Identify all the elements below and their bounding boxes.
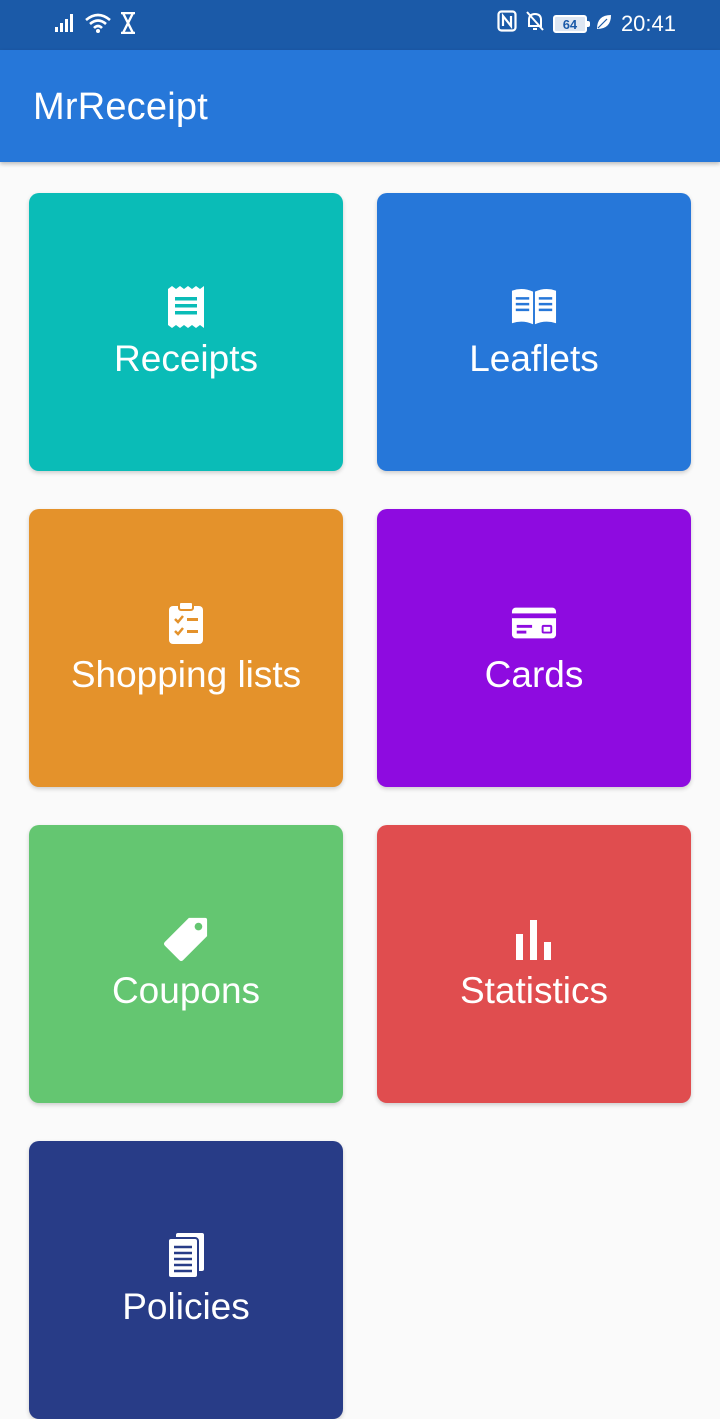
book-icon [511, 284, 557, 330]
nfc-icon [497, 10, 517, 38]
tile-shopping-lists[interactable]: Shopping lists [29, 509, 343, 787]
app-bar: MrReceipt [0, 50, 720, 162]
bell-muted-icon [525, 10, 545, 38]
tile-label: Shopping lists [70, 654, 302, 695]
status-bar: 64 20:41 [0, 0, 720, 50]
tile-label: Statistics [459, 970, 609, 1011]
status-left-icons [54, 11, 136, 39]
tile-receipts[interactable]: Receipts [29, 193, 343, 471]
receipt-icon [163, 284, 209, 330]
bar-chart-icon [511, 916, 557, 962]
clock-time: 20:41 [620, 11, 676, 36]
hourglass-icon [120, 11, 136, 39]
tile-statistics[interactable]: Statistics [377, 825, 691, 1103]
tag-icon [163, 916, 209, 962]
credit-card-icon [511, 600, 557, 646]
wifi-icon [84, 12, 112, 39]
tile-label: Cards [484, 654, 584, 695]
battery-icon: 64 [552, 15, 590, 33]
tile-coupons[interactable]: Coupons [29, 825, 343, 1103]
tile-label: Policies [122, 1286, 250, 1327]
clipboard-check-icon [163, 600, 209, 646]
signal-icon [54, 13, 76, 38]
leaf-icon [595, 11, 613, 37]
status-right-icons: 64 20:41 [497, 10, 676, 38]
tile-label: Receipts [114, 338, 258, 379]
tile-label: Leaflets [469, 338, 599, 379]
app-title: MrReceipt [33, 86, 208, 128]
tile-label: Coupons [111, 970, 261, 1011]
tile-cards[interactable]: Cards [377, 509, 691, 787]
documents-icon [163, 1231, 209, 1279]
tile-leaflets[interactable]: Leaflets [377, 193, 691, 471]
tile-policies[interactable]: Policies [29, 1141, 343, 1419]
